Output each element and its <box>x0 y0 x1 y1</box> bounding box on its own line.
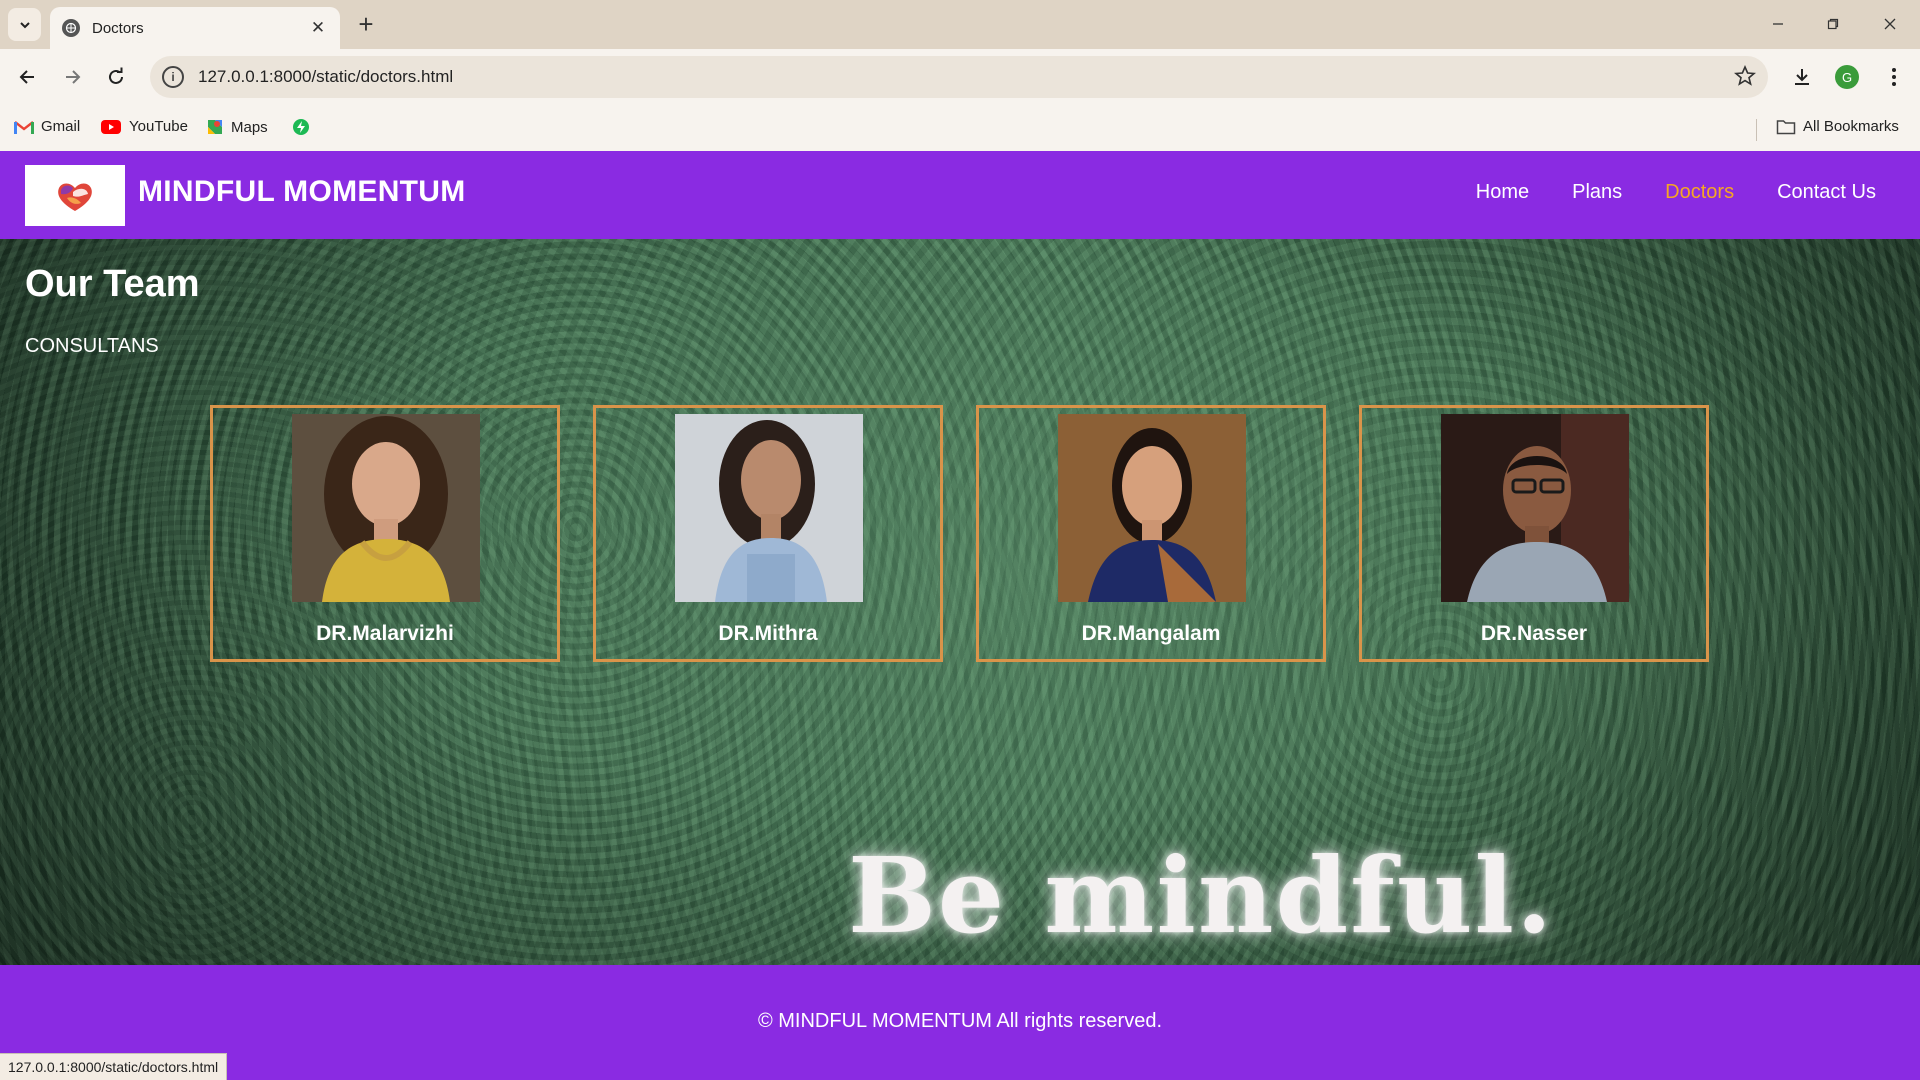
main-nav: Home Plans Doctors Contact Us <box>1476 181 1876 204</box>
page-title: Our Team <box>25 263 200 305</box>
copyright-text: © MINDFUL MOMENTUM All rights reserved. <box>757 1010 1163 1032</box>
bookmarks-bar: Gmail YouTube Maps All Bookmarks <box>0 109 1920 151</box>
chevron-down-icon <box>19 21 30 28</box>
globe-icon <box>62 19 80 37</box>
site-info-icon[interactable]: i <box>162 66 184 88</box>
brain-heart-logo-icon <box>58 183 92 211</box>
doctor-photo <box>675 414 863 602</box>
reload-icon[interactable] <box>100 61 132 93</box>
bookmark-star-icon[interactable] <box>1733 64 1757 92</box>
doctor-cards: DR.Malarvizhi DR.Mithra DR.Mangalam DR.N… <box>210 405 1709 662</box>
extension-bolt-icon <box>292 118 310 136</box>
nav-plans-link[interactable]: Plans <box>1572 181 1622 204</box>
restore-icon[interactable] <box>1815 10 1851 38</box>
bookmark-extension[interactable] <box>292 118 317 136</box>
web-page: MINDFUL MOMENTUM Home Plans Doctors Cont… <box>0 151 1920 1080</box>
youtube-icon <box>100 119 122 135</box>
browser-tab-strip: Doctors ✕ + <box>0 0 1920 49</box>
download-icon[interactable] <box>1786 61 1818 93</box>
tab-search-button[interactable] <box>8 8 41 41</box>
site-logo[interactable] <box>25 165 125 226</box>
bookmark-youtube[interactable]: YouTube <box>100 118 188 135</box>
kebab-menu-icon[interactable] <box>1878 61 1910 93</box>
tab-title: Doctors <box>92 19 144 37</box>
folder-icon <box>1776 119 1796 135</box>
maps-icon <box>206 118 224 136</box>
site-header: MINDFUL MOMENTUM Home Plans Doctors Cont… <box>0 151 1920 239</box>
minimize-icon[interactable] <box>1760 10 1796 38</box>
new-tab-button[interactable]: + <box>352 9 380 39</box>
doctor-card[interactable]: DR.Malarvizhi <box>210 405 560 662</box>
doctor-card[interactable]: DR.Mithra <box>593 405 943 662</box>
close-window-icon[interactable] <box>1872 10 1908 38</box>
doctor-card[interactable]: DR.Nasser <box>1359 405 1709 662</box>
bookmark-maps[interactable]: Maps <box>206 118 268 136</box>
doctor-name: DR.Mangalam <box>1081 622 1221 645</box>
doctor-name: DR.Nasser <box>1480 622 1588 645</box>
browser-toolbar: i 127.0.0.1:8000/static/doctors.html G <box>0 49 1920 109</box>
doctor-name: DR.Malarvizhi <box>316 622 454 645</box>
nav-home-link[interactable]: Home <box>1476 181 1529 204</box>
team-section: Our Team CONSULTANS DR.Malarvizhi DR.Mit… <box>0 239 1920 965</box>
bookmarks-separator <box>1756 119 1757 141</box>
status-bar-url: 127.0.0.1:8000/static/doctors.html <box>0 1053 228 1080</box>
doctor-name: DR.Mithra <box>718 622 818 645</box>
bookmark-label: Gmail <box>41 118 81 135</box>
bookmark-label: Maps <box>231 118 268 136</box>
bookmark-label: YouTube <box>129 118 188 135</box>
forward-arrow-icon[interactable] <box>56 61 88 93</box>
doctor-photo <box>1441 414 1629 602</box>
bookmark-gmail[interactable]: Gmail <box>14 118 80 135</box>
section-subtitle: CONSULTANS <box>25 335 159 357</box>
site-footer: © MINDFUL MOMENTUM All rights reserved. <box>0 965 1920 1080</box>
browser-tab-doctors[interactable]: Doctors ✕ <box>50 7 340 49</box>
doctor-photo <box>292 414 480 602</box>
all-bookmarks-label: All Bookmarks <box>1803 118 1899 135</box>
nav-contact-link[interactable]: Contact Us <box>1777 181 1876 204</box>
brand-name[interactable]: MINDFUL MOMENTUM <box>138 175 466 209</box>
address-bar[interactable]: i 127.0.0.1:8000/static/doctors.html <box>150 56 1768 98</box>
doctor-photo <box>1058 414 1246 602</box>
all-bookmarks-button[interactable]: All Bookmarks <box>1776 118 1899 135</box>
close-tab-icon[interactable]: ✕ <box>308 18 328 38</box>
profile-avatar[interactable]: G <box>1835 65 1859 89</box>
motto-text: Be mindful. <box>848 834 1555 957</box>
back-arrow-icon[interactable] <box>12 61 44 93</box>
doctor-card[interactable]: DR.Mangalam <box>976 405 1326 662</box>
gmail-icon <box>14 119 34 135</box>
nav-doctors-link[interactable]: Doctors <box>1665 181 1734 204</box>
url-text: 127.0.0.1:8000/static/doctors.html <box>198 67 454 86</box>
